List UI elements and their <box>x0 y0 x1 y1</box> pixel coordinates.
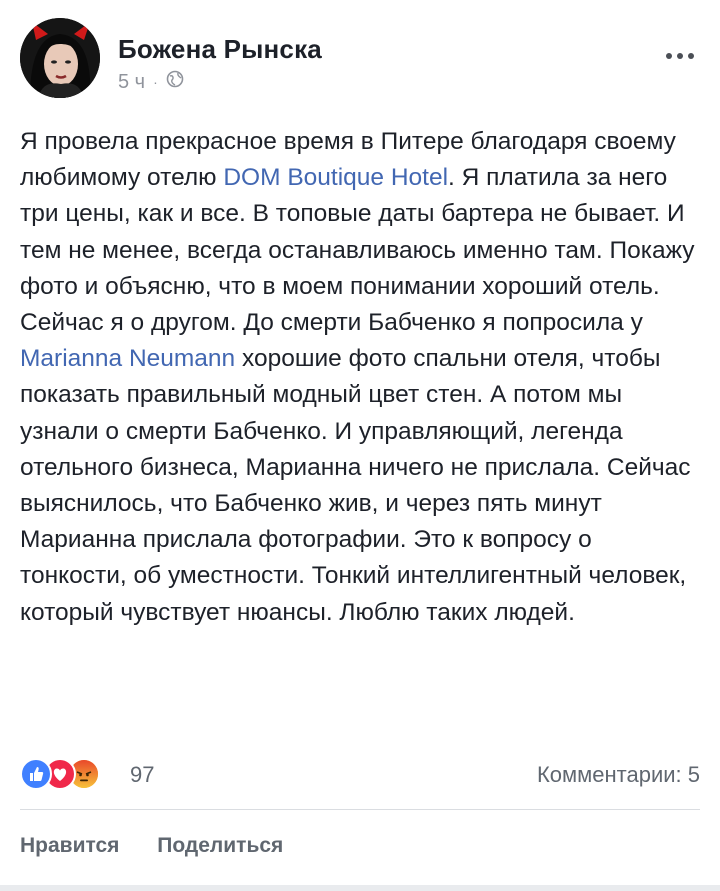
post-paragraph: Я провела прекрасное время в Питере благ… <box>20 124 704 631</box>
feed-separator <box>0 885 720 891</box>
like-button[interactable]: Нравится <box>20 834 119 857</box>
post-text-3: хорошие фото спальни отеля, чтобы показа… <box>20 345 691 626</box>
globe-icon <box>166 70 184 94</box>
mention-link[interactable]: Marianna Neumann <box>20 345 235 372</box>
more-dot <box>666 53 672 59</box>
share-button[interactable]: Поделиться <box>157 834 283 857</box>
author-name[interactable]: Божена Рынска <box>118 34 322 65</box>
post-actions: Нравится Поделиться <box>20 834 315 858</box>
reactions-bar[interactable]: 97 Комментарии: 5 <box>20 756 700 792</box>
more-dot <box>677 53 683 59</box>
post-header: Божена Рынска 5 ч · <box>20 18 700 102</box>
hotel-link[interactable]: DOM Boutique Hotel <box>223 164 448 191</box>
avatar[interactable] <box>20 18 100 98</box>
separator-dot: · <box>153 74 158 90</box>
post-time[interactable]: 5 ч <box>118 71 145 94</box>
post-meta: 5 ч · <box>118 70 184 94</box>
like-reaction-icon <box>20 758 52 790</box>
more-icon[interactable] <box>660 46 700 66</box>
comments-count[interactable]: Комментарии: 5 <box>537 762 700 788</box>
post-text: Я провела прекрасное время в Питере благ… <box>20 124 704 631</box>
more-dot <box>688 53 694 59</box>
divider <box>20 809 700 810</box>
reaction-count[interactable]: 97 <box>130 762 154 788</box>
